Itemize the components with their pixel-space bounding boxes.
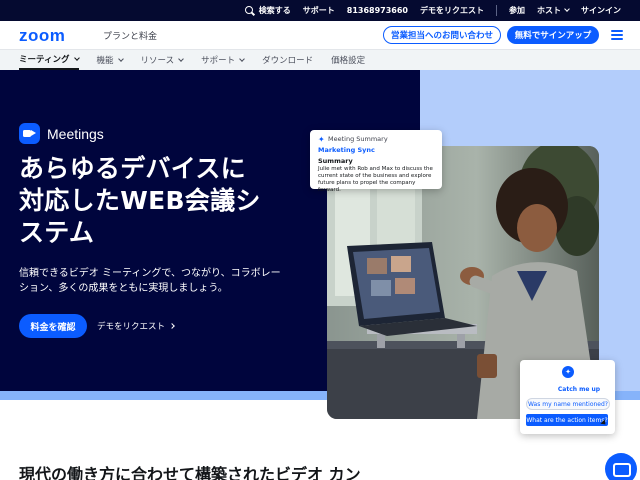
contact-sales-button[interactable]: 営業担当へのお問い合わせ — [383, 26, 501, 44]
hero-title-line: ステム — [19, 218, 95, 247]
ai-sparkle-icon: ✦ — [562, 366, 574, 378]
nav-item-label: サポート — [201, 56, 236, 66]
search-icon — [244, 5, 255, 16]
summary-card-head-label: Meeting Summary — [328, 135, 388, 143]
chat-support-button[interactable] — [605, 453, 637, 480]
meetings-badge: Meetings — [19, 123, 104, 144]
meeting-summary-card: ✦ Meeting Summary Marketing Sync Summary… — [310, 130, 442, 193]
nav-item-resources[interactable]: リソース — [141, 50, 184, 70]
signin-link[interactable]: サインイン — [581, 5, 621, 16]
support-link[interactable]: サポート — [303, 5, 335, 16]
summary-card-body: Julie met with Rob and Max to discuss th… — [318, 166, 433, 193]
summary-card-title: Marketing Sync — [318, 146, 375, 154]
signup-free-button[interactable]: 無料でサインアップ — [507, 26, 599, 44]
summary-card-subtitle: Summary — [318, 157, 353, 165]
hero-description: 信頼できるビデオ ミーティングで、つながり、コラボレーション、多くの成果をともに… — [19, 268, 281, 294]
nav-item-label: リソース — [140, 56, 175, 66]
hamburger-menu-icon[interactable] — [611, 30, 623, 40]
ai-companion-card: ✦ Catch me up Was my name mentioned? Wha… — [520, 360, 615, 434]
divider — [496, 5, 497, 16]
view-pricing-button[interactable]: 料金を確認 — [19, 314, 87, 338]
hero-title-line: あらゆるデバイスに — [19, 154, 246, 183]
hero-title: あらゆるデバイスに 対応したWEB会議シ ステム — [19, 153, 309, 249]
chevron-down-icon — [239, 55, 245, 62]
name-mentioned-chip[interactable]: Was my name mentioned? — [526, 398, 610, 410]
chevron-down-icon — [178, 55, 184, 62]
chevron-down-icon — [564, 6, 570, 12]
chevron-right-icon — [169, 323, 175, 329]
host-label: ホスト — [537, 6, 561, 15]
nav-item-features[interactable]: 機能 — [96, 50, 124, 70]
request-demo-link[interactable]: デモをリクエスト — [420, 5, 484, 16]
video-camera-icon — [19, 123, 40, 144]
nav-item-label: ミーティング — [19, 55, 70, 65]
nav-item-support[interactable]: サポート — [201, 50, 245, 70]
meetings-label: Meetings — [47, 125, 104, 142]
chevron-down-icon — [117, 55, 124, 62]
nav-item-meetings[interactable]: ミーティング — [19, 50, 80, 70]
host-menu[interactable]: ホスト — [537, 5, 570, 16]
request-demo-label: デモをリクエスト — [97, 322, 166, 332]
phone-link[interactable]: 81368973660 — [347, 6, 408, 15]
search-label: 検索する — [258, 6, 291, 15]
summary-card-header: ✦ Meeting Summary — [318, 135, 434, 143]
nav-item-label: ダウンロード — [262, 56, 314, 66]
chevron-down-icon — [73, 54, 80, 61]
request-demo-cta[interactable]: デモをリクエスト — [97, 320, 175, 332]
top-utility-bar: 検索する サポート 81368973660 デモをリクエスト 参加 ホスト サイ… — [0, 0, 640, 21]
nav-item-pricing[interactable]: 価格設定 — [331, 50, 365, 70]
sparkle-icon: ✦ — [318, 134, 325, 144]
product-nav: ミーティング 機能 リソース サポート ダウンロード 価格設定 — [0, 49, 640, 70]
search-link[interactable]: 検索する — [244, 5, 291, 16]
plans-pricing-link[interactable]: プランと料金 — [103, 29, 157, 42]
zoom-logo[interactable]: zoom — [19, 26, 65, 46]
action-items-chip[interactable]: What are the action items? — [526, 414, 608, 426]
hero-title-line: 対応したWEB会議シ — [19, 186, 261, 215]
nav-item-download[interactable]: ダウンロード — [262, 50, 313, 70]
main-header: zoom プランと料金 営業担当へのお問い合わせ 無料でサインアップ — [0, 21, 640, 49]
catch-me-up-chip[interactable]: Catch me up — [549, 383, 609, 395]
nav-item-label: 機能 — [96, 56, 114, 66]
join-link[interactable]: 参加 — [509, 5, 525, 16]
nav-item-label: 価格設定 — [331, 56, 366, 66]
section-heading: 現代の働き方に合わせて構築されたビデオ カン — [19, 465, 361, 480]
